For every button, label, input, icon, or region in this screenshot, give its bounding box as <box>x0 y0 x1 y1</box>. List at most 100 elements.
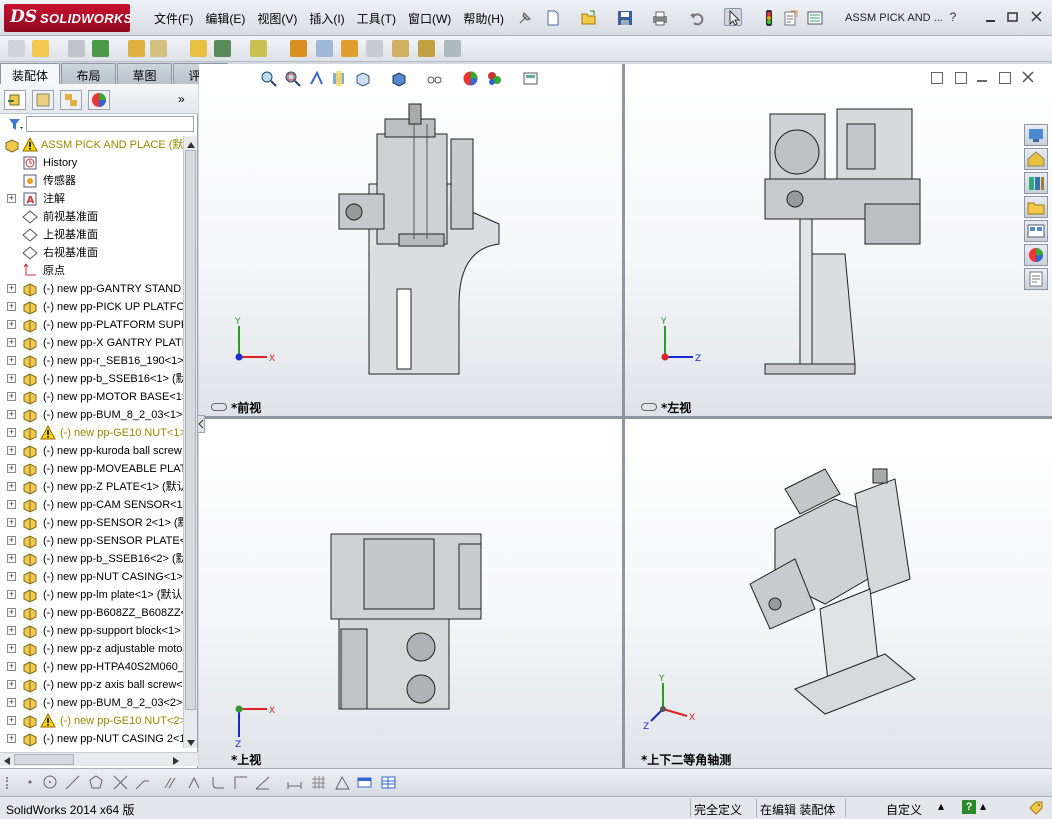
expand-icon[interactable]: + <box>7 554 16 563</box>
tree-scroll-thumb[interactable] <box>185 150 196 710</box>
expand-icon[interactable]: + <box>7 356 16 365</box>
viewport-front[interactable]: Y X *前视 <box>199 64 622 416</box>
expand-icon[interactable]: + <box>7 518 16 527</box>
expand-icon[interactable]: + <box>7 428 16 437</box>
tree-item[interactable]: + (-) new pp-z axis ball screw< <box>0 676 183 694</box>
configuration-manager-tab-icon[interactable] <box>60 90 82 110</box>
tree-horizontal-scrollbar[interactable] <box>0 752 198 766</box>
point-icon[interactable] <box>22 774 39 791</box>
display-style-icon[interactable] <box>390 70 407 87</box>
display-manager-tab-icon[interactable] <box>88 90 110 110</box>
expand-icon[interactable]: + <box>7 410 16 419</box>
options-icon[interactable] <box>806 9 824 27</box>
expand-panel-icon[interactable]: » <box>178 92 185 106</box>
tree-item[interactable]: + (-) new pp-PICK UP PLATFOR <box>0 298 183 316</box>
tree-item[interactable]: + (-) new pp-PLATFORM SUPPO <box>0 316 183 334</box>
view-settings-icon[interactable] <box>522 70 539 87</box>
clearance-verification-icon[interactable] <box>418 40 435 57</box>
show-hidden-icon[interactable] <box>190 40 207 57</box>
solidworks-resources-icon[interactable] <box>1024 124 1048 146</box>
tab-sketch[interactable]: 草图 <box>117 63 172 84</box>
table-icon[interactable] <box>380 774 397 791</box>
tree-item[interactable]: 上视基准面 <box>0 226 183 244</box>
interference-detection-icon[interactable] <box>392 40 409 57</box>
undo-icon[interactable] <box>688 9 706 27</box>
tree-item[interactable]: + (-) new pp-GE10 NUT<1> <box>0 424 183 442</box>
rebuild-traffic-light-icon[interactable] <box>760 9 778 27</box>
menu-file[interactable]: 文件(F) <box>148 10 199 27</box>
design-library-icon[interactable] <box>1024 172 1048 194</box>
viewport-tile-left-icon[interactable] <box>931 72 943 84</box>
mirror-icon[interactable] <box>186 774 203 791</box>
tree-item[interactable]: + (-) new pp-NUT CASING<1> <box>0 568 183 586</box>
expand-icon[interactable]: + <box>7 716 16 725</box>
minimize-icon[interactable] <box>982 9 1000 25</box>
menu-window[interactable]: 窗口(W) <box>402 10 457 27</box>
viewport-restore-icon[interactable] <box>999 72 1011 84</box>
tree-item[interactable]: + (-) new pp-b_SSEB16<1> (默 <box>0 370 183 388</box>
units-arrow-icon[interactable]: ▴ <box>938 799 944 813</box>
edit-appearance-icon[interactable] <box>462 70 479 87</box>
tree-item[interactable]: + (-) new pp-GANTRY STAND P <box>0 280 183 298</box>
close-icon[interactable] <box>1028 9 1046 25</box>
property-manager-tab-icon[interactable] <box>32 90 54 110</box>
help-dropdown-icon[interactable]: ▴ <box>980 799 986 813</box>
viewport-isometric[interactable]: Y X Z *上下二等角轴测 <box>625 419 1052 768</box>
tag-icon[interactable] <box>1028 800 1044 819</box>
tree-item[interactable]: + (-) new pp-SENSOR PLATE<1 <box>0 532 183 550</box>
filter-icon[interactable] <box>8 118 24 135</box>
tree-item[interactable]: + (-) new pp-BUM_8_2_03<2> <box>0 694 183 712</box>
edit-component-icon[interactable] <box>8 40 25 57</box>
relations-icon[interactable] <box>334 774 351 791</box>
expand-icon[interactable]: + <box>7 194 16 203</box>
expand-icon[interactable]: + <box>7 680 16 689</box>
menu-edit[interactable]: 编辑(E) <box>199 10 251 27</box>
expand-icon[interactable]: + <box>7 626 16 635</box>
pin-icon[interactable] <box>516 9 534 27</box>
viewport-horizontal-splitter[interactable] <box>199 416 1052 419</box>
view-link-icon[interactable] <box>211 403 227 411</box>
tree-item[interactable]: 传感器 <box>0 172 183 190</box>
extend-icon[interactable] <box>134 774 151 791</box>
viewport-top[interactable]: X Z *上视 <box>199 419 622 768</box>
hide-show-items-icon[interactable] <box>426 70 443 87</box>
move-component-icon[interactable] <box>150 40 167 57</box>
expand-icon[interactable]: + <box>7 464 16 473</box>
help-status-icon[interactable]: ? <box>962 800 976 814</box>
tree-item[interactable]: + (-) new pp-GE10 NUT<2> <box>0 712 183 730</box>
assembly-features-icon[interactable] <box>214 40 231 57</box>
instant3d-icon[interactable] <box>444 40 461 57</box>
tree-hscroll-thumb[interactable] <box>14 754 74 765</box>
select-pointer-icon[interactable] <box>724 8 742 26</box>
tree-item[interactable]: + (-) new pp-NUT CASING 2<1 <box>0 730 183 748</box>
grid-icon[interactable] <box>310 774 327 791</box>
panel-collapse-icon[interactable] <box>197 415 205 433</box>
expand-icon[interactable]: + <box>7 446 16 455</box>
save-icon[interactable] <box>616 9 634 27</box>
tree-item[interactable]: + (-) new pp-B608ZZ_B608ZZ< <box>0 604 183 622</box>
tree-filter-input[interactable] <box>26 116 194 132</box>
tree-item[interactable]: + (-) new pp-HTPA40S2M060_E <box>0 658 183 676</box>
tree-root-assembly[interactable]: ASSM PICK AND PLACE (默认 <box>0 136 183 154</box>
tree-item[interactable]: + (-) new pp-Z PLATE<1> (默认 <box>0 478 183 496</box>
scroll-right-icon[interactable] <box>172 755 180 769</box>
expand-icon[interactable]: + <box>7 302 16 311</box>
scroll-down-icon[interactable] <box>186 736 196 750</box>
expand-icon[interactable]: + <box>7 734 16 743</box>
view-orientation-icon[interactable] <box>354 70 371 87</box>
fillet-icon[interactable] <box>210 774 227 791</box>
scroll-left-icon[interactable] <box>3 755 11 769</box>
view-link-icon[interactable] <box>641 403 657 411</box>
polygon-icon[interactable] <box>88 774 105 791</box>
feature-manager-tab-icon[interactable] <box>4 90 26 110</box>
tree-item[interactable]: + (-) new pp-kuroda ball screw <box>0 442 183 460</box>
tree-item[interactable]: 前视基准面 <box>0 208 183 226</box>
tree-item[interactable]: + (-) new pp-z adjustable moto <box>0 640 183 658</box>
menu-help[interactable]: 帮助(H) <box>457 10 510 27</box>
tab-assembly[interactable]: 装配体 <box>0 63 60 84</box>
expand-icon[interactable]: + <box>7 320 16 329</box>
open-folder-icon[interactable] <box>580 9 598 27</box>
circle-icon[interactable] <box>42 774 59 791</box>
expand-icon[interactable]: + <box>7 536 16 545</box>
help-menu-icon[interactable]: ? <box>944 9 962 25</box>
